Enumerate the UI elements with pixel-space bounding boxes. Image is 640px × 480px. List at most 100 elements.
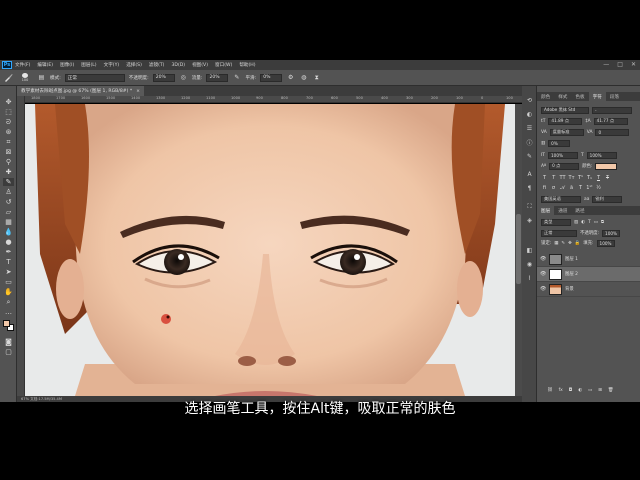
layers-panel-icon[interactable]: ◧ bbox=[525, 246, 534, 255]
menu-3d[interactable]: 3D(D) bbox=[171, 63, 185, 68]
leading-field[interactable]: 41.77 点 bbox=[593, 117, 628, 125]
document-canvas[interactable] bbox=[25, 104, 515, 396]
pressure-size-icon[interactable]: ◍ bbox=[299, 73, 308, 82]
link-layers-icon[interactable]: ⛓ bbox=[547, 388, 553, 393]
menu-edit[interactable]: 编辑(E) bbox=[37, 62, 53, 68]
menu-type[interactable]: 文字(Y) bbox=[104, 62, 120, 68]
history-icon[interactable]: ⟲ bbox=[525, 96, 534, 105]
minimize-icon[interactable]: — bbox=[603, 61, 609, 68]
all-caps-icon[interactable]: TT bbox=[559, 175, 566, 182]
gear-icon[interactable]: ⚙ bbox=[286, 73, 295, 82]
dodge-tool-icon[interactable]: ● bbox=[3, 238, 14, 246]
menu-image[interactable]: 图像(I) bbox=[60, 62, 74, 68]
new-group-icon[interactable]: ▭ bbox=[588, 388, 592, 393]
foreground-color-swatch[interactable] bbox=[3, 320, 10, 327]
document-tab[interactable]: 教学素材去除斑点图.jpg @ 67% (图层 1, RGB/8#) * × bbox=[17, 86, 145, 96]
titling-icon[interactable]: T bbox=[577, 185, 584, 192]
brush-tool-icon[interactable]: ✎ bbox=[3, 178, 14, 186]
history-brush-tool-icon[interactable]: ↺ bbox=[3, 198, 14, 206]
delete-layer-icon[interactable]: 🗑 bbox=[608, 388, 614, 393]
info-icon[interactable]: ⓘ bbox=[525, 138, 534, 147]
menu-file[interactable]: 文件(F) bbox=[15, 62, 30, 68]
superscript-icon[interactable]: T¹ bbox=[577, 175, 584, 182]
layer-opacity-field[interactable]: 100% bbox=[602, 229, 621, 237]
properties-icon[interactable]: ☰ bbox=[525, 124, 534, 133]
tab-styles[interactable]: 样式 bbox=[554, 92, 571, 101]
fill-field[interactable]: 100% bbox=[596, 239, 615, 247]
layer-row[interactable]: 👁 图层 2 bbox=[537, 267, 640, 282]
smoothing-field[interactable]: 0% bbox=[260, 73, 283, 82]
quick-mask-icon[interactable]: ◙ bbox=[3, 338, 14, 346]
shape-tool-icon[interactable]: ▭ bbox=[3, 278, 14, 286]
add-mask-icon[interactable]: ◘ bbox=[569, 388, 572, 393]
visibility-eye-icon[interactable]: 👁 bbox=[540, 286, 546, 292]
hand-tool-icon[interactable]: ✋ bbox=[3, 288, 14, 296]
filter-type-icon[interactable]: T bbox=[588, 220, 591, 225]
more-tools-icon[interactable]: … bbox=[3, 308, 14, 316]
flow-field[interactable]: 20% bbox=[206, 73, 229, 82]
small-caps-icon[interactable]: Tт bbox=[568, 175, 575, 182]
font-family-dropdown[interactable]: Adobe 黑体 Std bbox=[541, 106, 589, 114]
new-adjustment-icon[interactable]: ◐ bbox=[578, 388, 582, 393]
lasso-tool-icon[interactable]: ᘐ bbox=[3, 118, 14, 126]
layer-row[interactable]: 👁 背景 bbox=[537, 282, 640, 297]
oldstyle-icon[interactable]: σ bbox=[550, 185, 557, 192]
adjustments-icon[interactable]: ◐ bbox=[525, 110, 534, 119]
channels-panel-icon[interactable]: ◉ bbox=[525, 260, 534, 269]
underline-icon[interactable]: T bbox=[595, 175, 602, 182]
vertical-scrollbar[interactable] bbox=[515, 104, 522, 396]
tab-paths[interactable]: 路径 bbox=[571, 206, 588, 215]
zoom-tool-icon[interactable]: ⌕ bbox=[3, 298, 14, 306]
airbrush-icon[interactable]: ✎ bbox=[232, 73, 241, 82]
antialias-dropdown[interactable]: 锐利 bbox=[592, 195, 623, 203]
path-select-tool-icon[interactable]: ➤ bbox=[3, 268, 14, 276]
close-window-icon[interactable]: ✕ bbox=[631, 61, 636, 68]
visibility-eye-icon[interactable]: 👁 bbox=[540, 271, 546, 277]
fractions-icon[interactable]: ½ bbox=[595, 185, 602, 192]
tab-character[interactable]: 字符 bbox=[588, 92, 606, 101]
layer-row[interactable]: 👁 图层 1 bbox=[537, 252, 640, 267]
vertical-scale-field[interactable]: 100% bbox=[547, 151, 578, 159]
move-tool-icon[interactable]: ✥ bbox=[3, 98, 14, 106]
tab-paragraph[interactable]: 段落 bbox=[606, 92, 623, 101]
filter-smart-icon[interactable]: ⧉ bbox=[601, 219, 604, 225]
marquee-tool-icon[interactable]: ⬚ bbox=[3, 108, 14, 116]
maximize-icon[interactable]: □ bbox=[617, 61, 623, 68]
eyedropper-tool-icon[interactable]: ⚲ bbox=[3, 158, 14, 166]
blur-tool-icon[interactable]: 💧 bbox=[3, 228, 14, 236]
character-panel-icon[interactable]: A bbox=[525, 170, 534, 179]
faux-italic-icon[interactable]: T bbox=[550, 175, 557, 182]
fx-icon[interactable]: fx bbox=[559, 388, 563, 393]
subscript-icon[interactable]: T₁ bbox=[586, 175, 593, 182]
color-panel-icon[interactable]: ◈ bbox=[525, 216, 534, 225]
gradient-tool-icon[interactable]: ▦ bbox=[3, 218, 14, 226]
brush-settings-panel-icon[interactable]: ▤ bbox=[37, 73, 46, 82]
lock-pixels-icon[interactable]: ▦ bbox=[554, 241, 558, 246]
tab-layers[interactable]: 图层 bbox=[537, 206, 555, 215]
paths-panel-icon[interactable]: ⌇ bbox=[525, 274, 534, 283]
type-tool-icon[interactable]: T bbox=[3, 258, 14, 266]
baseline-field[interactable]: 0 点 bbox=[549, 162, 580, 170]
tab-swatches[interactable]: 色板 bbox=[571, 92, 588, 101]
close-tab-icon[interactable]: × bbox=[136, 89, 140, 94]
scrollbar-thumb[interactable] bbox=[516, 214, 521, 284]
menu-view[interactable]: 视图(V) bbox=[192, 62, 208, 68]
opacity-field[interactable]: 20% bbox=[152, 73, 175, 82]
mode-dropdown[interactable]: 正常 bbox=[64, 73, 125, 82]
clone-stamp-tool-icon[interactable]: ♙ bbox=[3, 188, 14, 196]
ligatures-icon[interactable]: fi bbox=[541, 185, 548, 192]
tools-3d-icon[interactable]: ⛶ bbox=[525, 202, 534, 211]
menu-help[interactable]: 帮助(H) bbox=[239, 62, 255, 68]
blend-mode-dropdown[interactable]: 正常 bbox=[541, 229, 577, 237]
symmetry-icon[interactable]: ⧗ bbox=[312, 73, 321, 82]
font-size-field[interactable]: 41.89 点 bbox=[548, 117, 583, 125]
filter-shape-icon[interactable]: ▭ bbox=[594, 220, 598, 225]
ordinals-icon[interactable]: 1ˢᵗ bbox=[586, 185, 593, 192]
frame-tool-icon[interactable]: ⊠ bbox=[3, 148, 14, 156]
new-layer-icon[interactable]: ⊞ bbox=[598, 388, 602, 393]
screen-mode-icon[interactable]: ▢ bbox=[3, 348, 14, 356]
brush-panel-icon[interactable]: ✎ bbox=[525, 152, 534, 161]
layer-filter-dropdown[interactable]: 类型 bbox=[541, 218, 571, 226]
paragraph-panel-icon[interactable]: ¶ bbox=[525, 184, 534, 193]
tab-color[interactable]: 颜色 bbox=[537, 92, 554, 101]
